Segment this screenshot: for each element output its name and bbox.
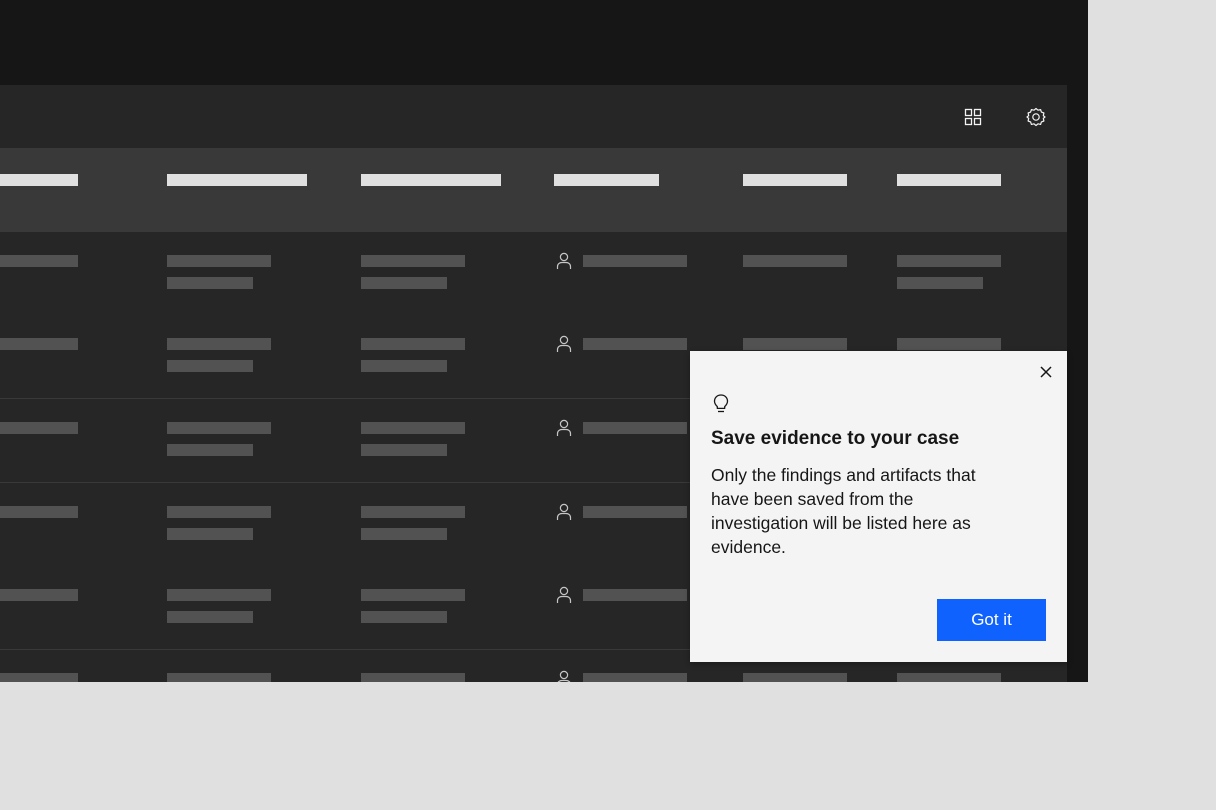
cell-placeholder — [167, 255, 271, 267]
column-header-placeholder[interactable] — [743, 174, 847, 186]
cell-placeholder — [361, 528, 447, 540]
popover-title: Save evidence to your case — [711, 428, 960, 449]
column-header-placeholder[interactable] — [167, 174, 307, 186]
lightbulb-icon — [711, 393, 731, 415]
cell-placeholder — [167, 422, 271, 434]
cell-placeholder — [583, 673, 687, 682]
right-edge — [1067, 85, 1088, 682]
cell-placeholder — [897, 255, 1001, 267]
cell-placeholder — [361, 360, 447, 372]
cell-placeholder — [583, 506, 687, 518]
cell-placeholder — [167, 338, 271, 350]
cell-placeholder — [0, 255, 78, 267]
cell-placeholder — [167, 277, 253, 289]
user-icon — [556, 419, 572, 437]
cell-placeholder — [0, 506, 78, 518]
cell-placeholder — [743, 673, 847, 682]
column-header-placeholder[interactable] — [0, 174, 78, 186]
cell-placeholder — [361, 444, 447, 456]
user-icon — [556, 586, 572, 604]
column-header-placeholder[interactable] — [361, 174, 501, 186]
app-header — [0, 0, 1088, 85]
cell-placeholder — [167, 528, 253, 540]
user-icon — [556, 503, 572, 521]
cell-placeholder — [167, 444, 253, 456]
cell-placeholder — [361, 506, 465, 518]
cell-placeholder — [583, 255, 687, 267]
evidence-popover: Save evidence to your case Only the find… — [690, 351, 1067, 662]
cell-placeholder — [897, 673, 1001, 682]
cell-placeholder — [0, 589, 78, 601]
cell-placeholder — [361, 611, 447, 623]
user-icon — [556, 670, 572, 682]
cell-placeholder — [167, 589, 271, 601]
cell-placeholder — [361, 589, 465, 601]
cell-placeholder — [583, 338, 687, 350]
column-header-placeholder[interactable] — [897, 174, 1001, 186]
cell-placeholder — [0, 338, 78, 350]
table-row[interactable] — [0, 232, 1067, 316]
popover-body: Only the findings and artifacts that hav… — [711, 465, 976, 557]
settings-icon[interactable] — [1020, 101, 1052, 133]
cell-placeholder — [361, 277, 447, 289]
user-icon — [556, 252, 572, 270]
cell-placeholder — [0, 673, 78, 682]
cell-placeholder — [361, 422, 465, 434]
column-header-placeholder[interactable] — [554, 174, 659, 186]
cell-placeholder — [167, 506, 271, 518]
cell-placeholder — [167, 360, 253, 372]
cell-placeholder — [167, 673, 271, 682]
grid-icon[interactable] — [957, 101, 989, 133]
cell-placeholder — [167, 611, 253, 623]
cell-placeholder — [897, 338, 1001, 350]
table-header — [0, 148, 1067, 232]
cell-placeholder — [361, 255, 465, 267]
cell-placeholder — [583, 422, 687, 434]
got-it-button[interactable]: Got it — [937, 599, 1046, 641]
cell-placeholder — [361, 338, 465, 350]
cell-placeholder — [0, 422, 78, 434]
user-icon — [556, 335, 572, 353]
cell-placeholder — [743, 255, 847, 267]
cell-placeholder — [897, 277, 983, 289]
close-icon[interactable] — [1033, 359, 1059, 385]
table-toolbar — [0, 85, 1067, 148]
cell-placeholder — [361, 673, 465, 682]
cell-placeholder — [583, 589, 687, 601]
cell-placeholder — [743, 338, 847, 350]
